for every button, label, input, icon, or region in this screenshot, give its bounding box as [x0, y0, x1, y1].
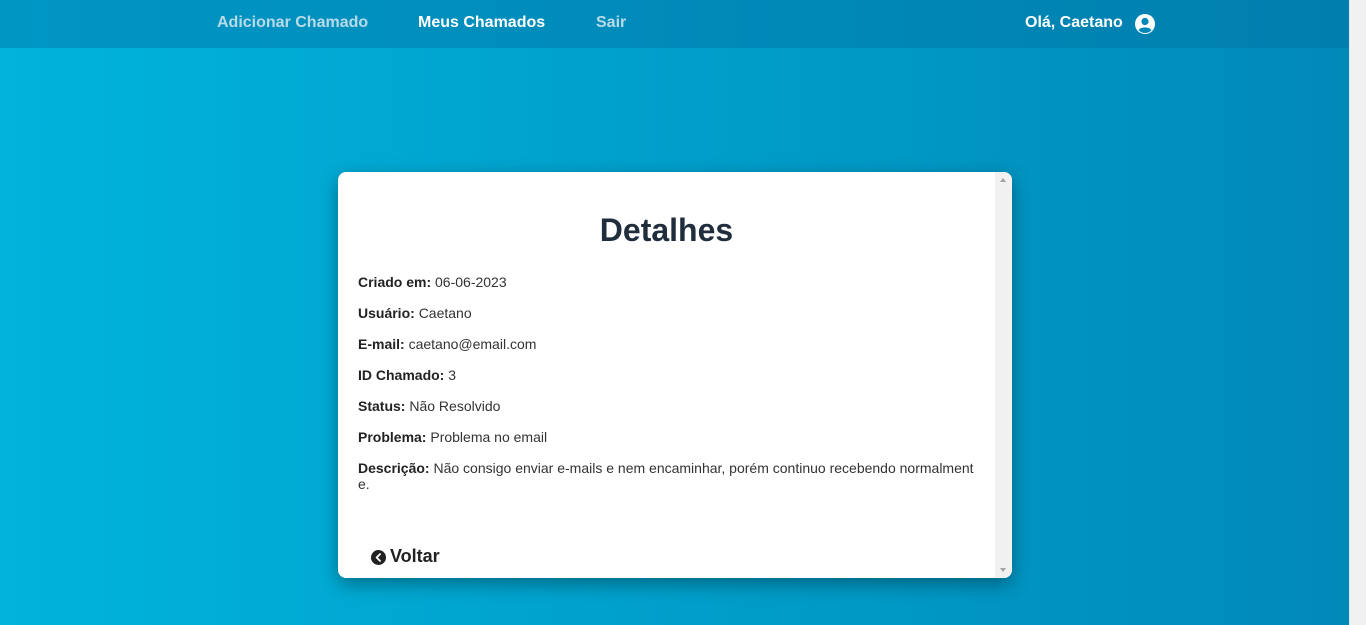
- field-label: Problema:: [358, 429, 427, 445]
- field-email: E-mail: caetano@email.com: [358, 336, 978, 352]
- user-greeting: Olá, Caetano: [1025, 14, 1123, 31]
- nav-logout[interactable]: Sair: [596, 14, 626, 32]
- nav-add-ticket[interactable]: Adicionar Chamado: [217, 14, 368, 32]
- field-ticket-id: ID Chamado: 3: [358, 367, 978, 383]
- field-user: Usuário: Caetano: [358, 305, 978, 321]
- field-value: caetano@email.com: [408, 336, 537, 352]
- back-label: Voltar: [390, 546, 440, 566]
- field-label: Descrição:: [358, 460, 430, 476]
- page-title: Detalhes: [599, 212, 734, 248]
- field-description: Descrição: Não consigo enviar e-mails e …: [358, 460, 978, 492]
- field-value: 3: [448, 367, 457, 383]
- field-value: Problema no email: [430, 429, 548, 445]
- back-button[interactable]: Voltar: [371, 546, 440, 567]
- field-value: Não Resolvido: [409, 398, 501, 414]
- chevron-left-circle-icon: [371, 550, 386, 565]
- field-label: Usuário:: [358, 305, 415, 321]
- field-value: Caetano: [418, 305, 472, 321]
- top-navbar: Adicionar Chamado Meus Chamados Sair Olá…: [0, 0, 1349, 48]
- field-value: Não consigo enviar e-mails e nem encamin…: [358, 460, 974, 492]
- field-label: Criado em:: [358, 274, 432, 290]
- scroll-down-icon[interactable]: [1000, 568, 1006, 572]
- field-label: Status:: [358, 398, 406, 414]
- nav-my-tickets[interactable]: Meus Chamados: [418, 14, 545, 32]
- page-scrollbar[interactable]: [1349, 0, 1366, 625]
- field-status: Status: Não Resolvido: [358, 398, 978, 414]
- card-scrollbar[interactable]: [995, 172, 1012, 578]
- ticket-details-card: Detalhes Criado em: 06-06-2023 Usuário: …: [338, 172, 1012, 578]
- field-value: 06-06-2023: [435, 274, 507, 290]
- field-label: E-mail:: [358, 336, 405, 352]
- field-label: ID Chamado:: [358, 367, 445, 383]
- field-created-at: Criado em: 06-06-2023: [358, 274, 978, 290]
- scroll-up-icon[interactable]: [1000, 178, 1006, 182]
- user-circle-icon[interactable]: [1134, 13, 1156, 35]
- field-problem: Problema: Problema no email: [358, 429, 978, 445]
